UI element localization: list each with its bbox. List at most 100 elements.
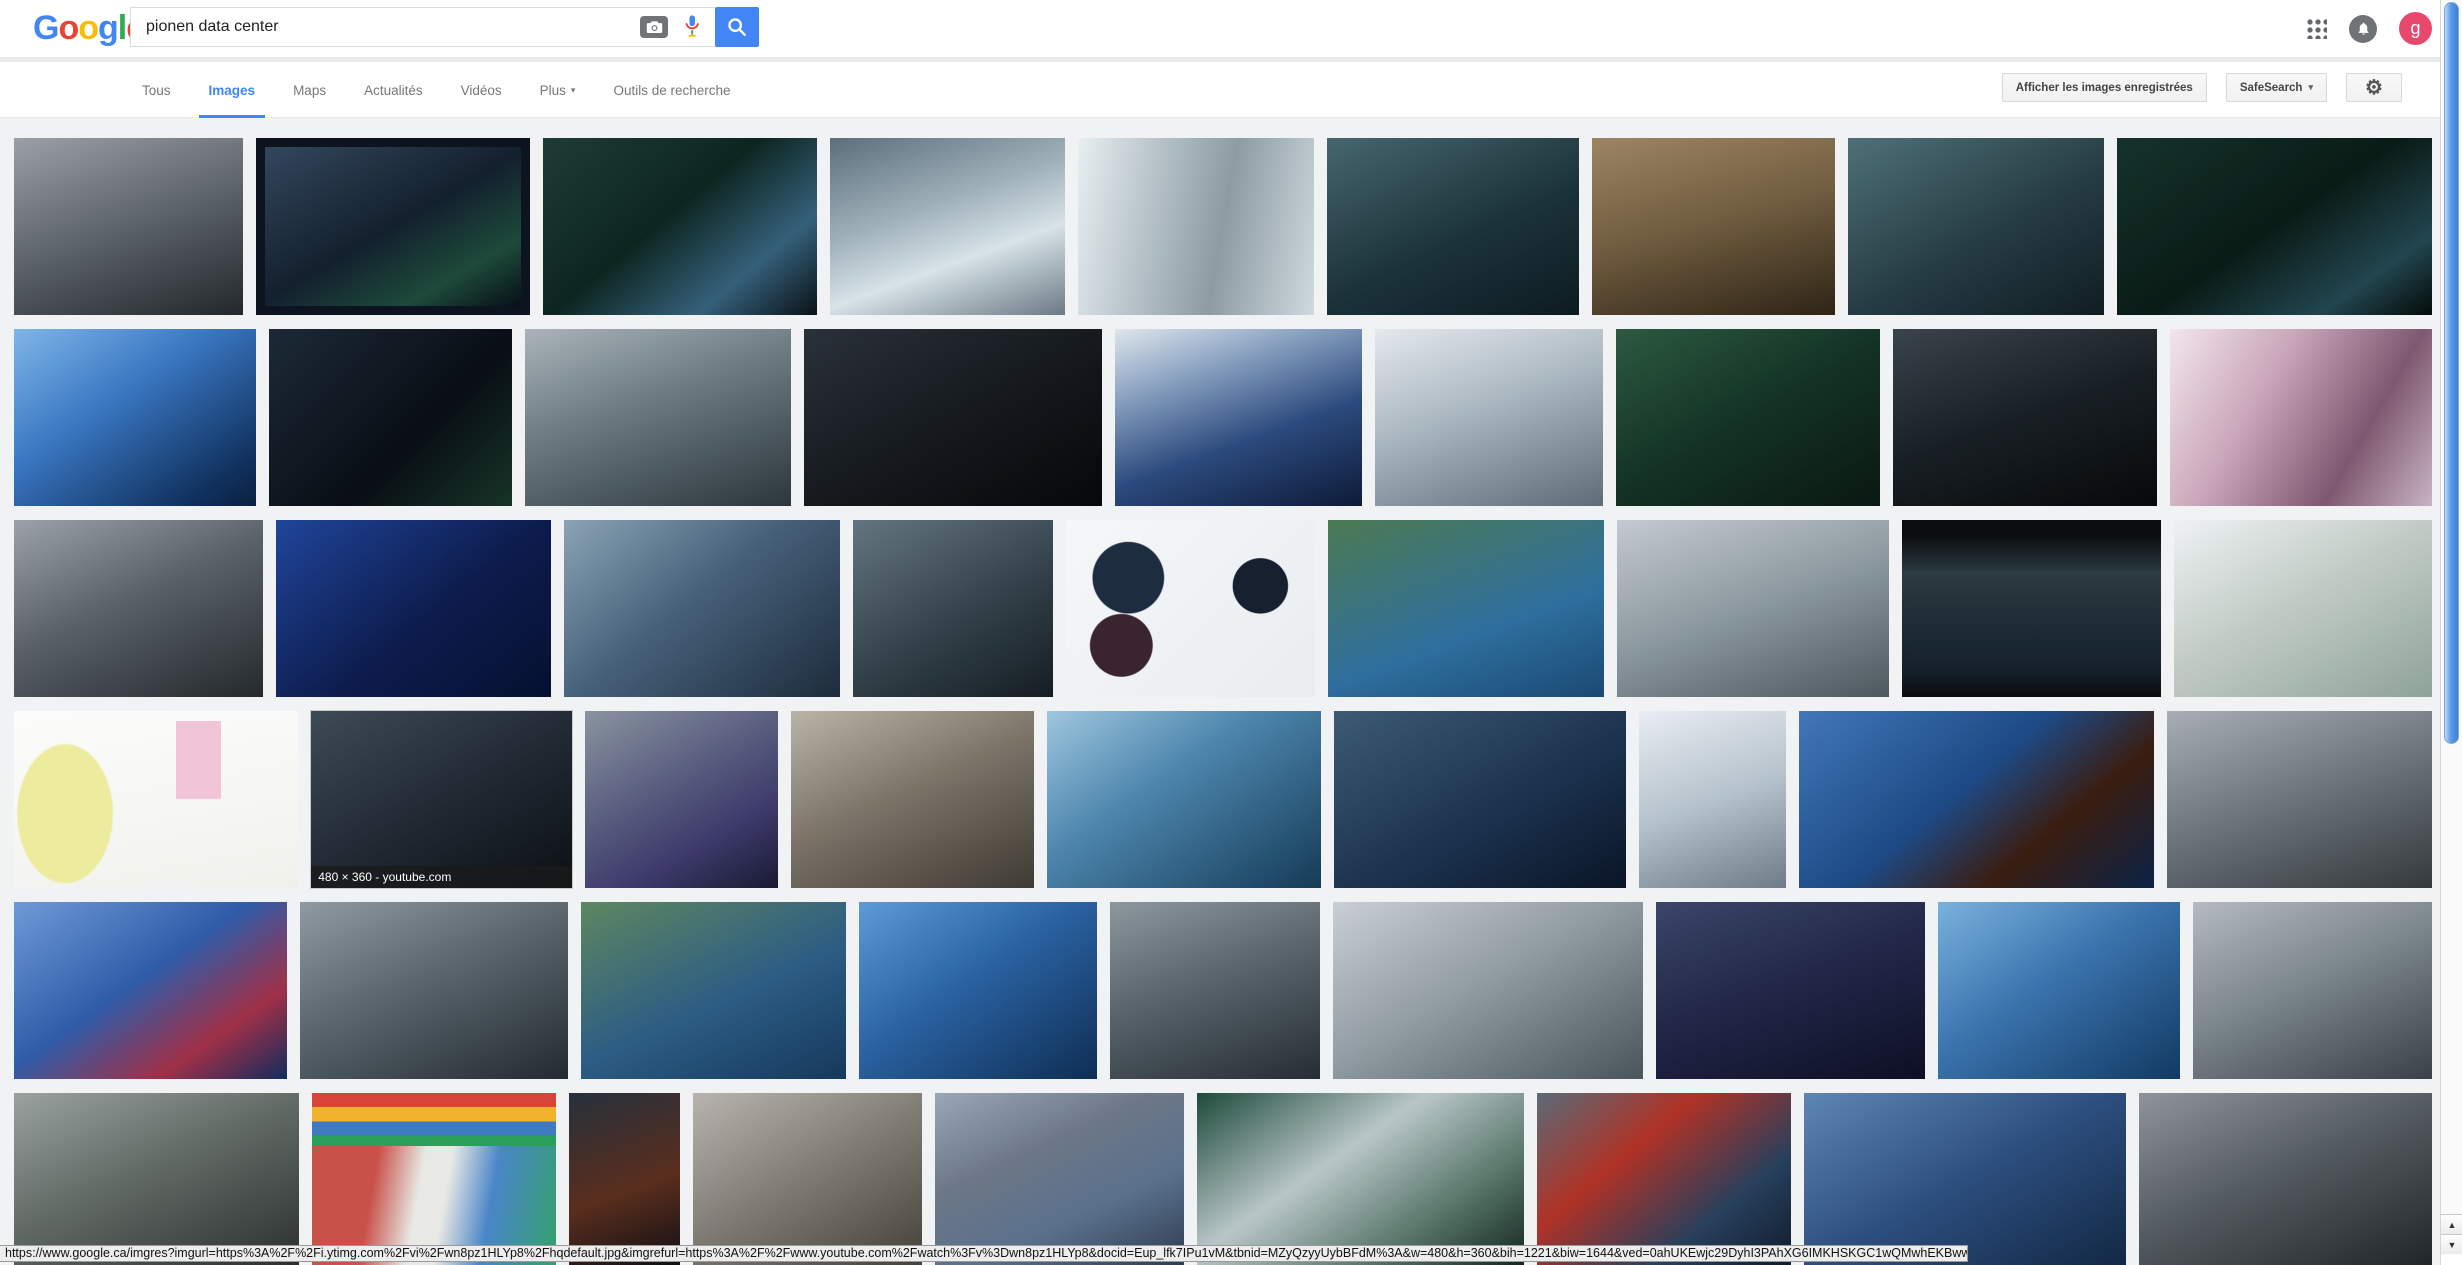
image-result[interactable] [14, 711, 298, 888]
results-row [14, 520, 2432, 697]
image-result[interactable] [1047, 711, 1321, 888]
tab-images[interactable]: Images [207, 62, 258, 118]
tab-tous[interactable]: Tous [140, 62, 173, 118]
chevron-down-icon: ▾ [571, 85, 576, 96]
search-by-image-camera-icon[interactable] [640, 16, 668, 38]
image-result[interactable] [1115, 329, 1362, 506]
image-result[interactable] [1066, 520, 1315, 697]
image-result[interactable] [14, 138, 243, 315]
image-result[interactable] [14, 520, 263, 697]
image-result[interactable] [1616, 329, 1880, 506]
results-row [14, 138, 2432, 315]
scroll-up-arrow[interactable]: ▲ [2441, 1214, 2462, 1234]
image-result[interactable] [300, 902, 568, 1079]
image-result[interactable] [2117, 138, 2432, 315]
image-result[interactable] [581, 902, 846, 1079]
image-result[interactable] [1592, 138, 1836, 315]
tab-label: Plus [540, 83, 566, 98]
safesearch-button[interactable]: SafeSearch ▾ [2226, 73, 2327, 102]
image-result[interactable] [1893, 329, 2156, 506]
image-result[interactable] [1110, 902, 1321, 1079]
image-result[interactable] [543, 138, 817, 315]
scroll-down-arrow[interactable]: ▼ [2441, 1234, 2462, 1254]
image-result[interactable] [1375, 329, 1603, 506]
search-box[interactable] [130, 7, 715, 47]
image-result[interactable] [14, 329, 256, 506]
image-result[interactable] [1799, 711, 2154, 888]
image-result[interactable] [859, 902, 1096, 1079]
results-row [14, 329, 2432, 506]
image-result[interactable] [693, 1093, 922, 1265]
window-scrollbar[interactable]: ▲ ▼ [2440, 0, 2462, 1265]
google-logo[interactable]: Google [33, 9, 144, 48]
image-result[interactable] [269, 329, 511, 506]
image-result[interactable] [14, 902, 287, 1079]
tab-label: Images [209, 83, 256, 98]
logo-letter: g [98, 9, 118, 48]
image-result[interactable] [2174, 520, 2432, 697]
browser-status-bar: https://www.google.ca/imgres?imgurl=http… [0, 1245, 1968, 1262]
image-result[interactable] [1848, 138, 2104, 315]
image-result[interactable] [14, 1093, 299, 1265]
results-nav-bar: Tous Images Maps Actualités Vidéos Plus ▾ Outil… [0, 62, 2462, 118]
image-result[interactable] [1938, 902, 2179, 1079]
image-result[interactable] [1334, 711, 1625, 888]
image-result[interactable] [2167, 711, 2432, 888]
image-result[interactable] [1078, 138, 1314, 315]
image-size-caption: 480 × 360 - youtube.com [311, 866, 572, 888]
logo-letter: l [118, 9, 126, 48]
tab-maps[interactable]: Maps [291, 62, 328, 118]
search-button[interactable] [715, 7, 759, 47]
account-avatar[interactable]: g [2399, 12, 2432, 45]
tab-label: Maps [293, 83, 326, 98]
search-icon [726, 16, 748, 38]
image-result[interactable] [2170, 329, 2432, 506]
image-result[interactable] [312, 1093, 556, 1265]
image-result[interactable]: 480 × 360 - youtube.com [311, 711, 572, 888]
search-tabs: Tous Images Maps Actualités Vidéos Plus ▾ Outil… [140, 62, 733, 118]
image-result[interactable] [1617, 520, 1890, 697]
tab-plus[interactable]: Plus ▾ [538, 62, 578, 118]
image-results-grid: 480 × 360 - youtube.com [0, 118, 2462, 1265]
image-result[interactable] [569, 1093, 681, 1265]
image-result[interactable] [256, 138, 530, 315]
tab-actualités[interactable]: Actualités [362, 62, 425, 118]
results-row [14, 1093, 2432, 1265]
search-header: Google [0, 0, 2462, 57]
image-result[interactable] [853, 520, 1053, 697]
image-results-area: 480 × 360 - youtube.com [0, 118, 2462, 1265]
image-result[interactable] [1327, 138, 1579, 315]
image-result[interactable] [1656, 902, 1925, 1079]
image-result[interactable] [1197, 1093, 1524, 1265]
logo-letter: o [78, 9, 98, 48]
notifications-bell-icon[interactable] [2349, 15, 2377, 43]
image-result[interactable] [935, 1093, 1184, 1265]
voice-search-mic-icon[interactable] [681, 12, 703, 42]
tab-outils-de-recherche[interactable]: Outils de recherche [611, 62, 732, 118]
image-result[interactable] [804, 329, 1101, 506]
image-result[interactable] [1639, 711, 1786, 888]
image-result[interactable] [2139, 1093, 2432, 1265]
results-row [14, 902, 2432, 1079]
tab-label: Tous [142, 83, 171, 98]
settings-gear-button[interactable]: ⚙ [2346, 73, 2402, 102]
tab-vidéos[interactable]: Vidéos [459, 62, 504, 118]
google-apps-grid-icon[interactable] [2307, 19, 2327, 39]
image-result[interactable] [1333, 902, 1643, 1079]
image-result[interactable] [1804, 1093, 2127, 1265]
image-result[interactable] [2193, 902, 2432, 1079]
image-result[interactable] [585, 711, 779, 888]
search-input[interactable] [131, 18, 640, 36]
image-result[interactable] [1537, 1093, 1791, 1265]
show-saved-images-button[interactable]: Afficher les images enregistrées [2002, 73, 2207, 102]
image-result[interactable] [1328, 520, 1604, 697]
gear-icon: ⚙ [2365, 75, 2383, 100]
image-result[interactable] [564, 520, 841, 697]
image-result[interactable] [1902, 520, 2161, 697]
image-result[interactable] [525, 329, 791, 506]
image-result[interactable] [791, 711, 1034, 888]
image-result[interactable] [830, 138, 1064, 315]
tab-label: Vidéos [461, 83, 502, 98]
scrollbar-thumb[interactable] [2444, 2, 2459, 744]
image-result[interactable] [276, 520, 551, 697]
